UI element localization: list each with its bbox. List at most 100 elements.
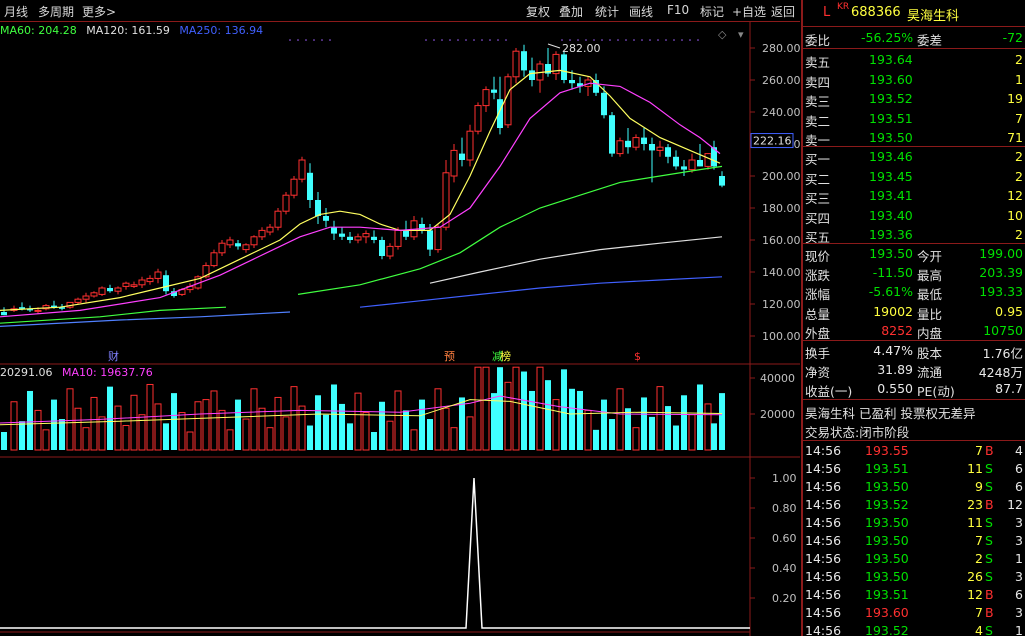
bid-label: 买一	[805, 152, 831, 167]
quote-panel: L KR 688366 昊海生科 委比 -56.25% 委差 -72 卖五 193…	[801, 0, 1025, 636]
ask-price: 193.60	[869, 71, 913, 87]
candle-body	[122, 282, 130, 287]
quote-row: 涨跌 -11.50 最高 203.39	[803, 264, 1025, 283]
volume-bar	[609, 419, 615, 450]
tick-time: 14:56	[805, 605, 842, 620]
ask-label: 卖五	[805, 55, 831, 70]
tick-row: 14:56 193.55 7 B 4	[803, 442, 1025, 461]
volume-bar	[584, 409, 592, 451]
quote-label: 最低	[917, 287, 943, 303]
signal-dot	[601, 39, 603, 41]
volume-bar	[59, 419, 65, 450]
volume-bar	[552, 399, 560, 451]
volume-bar	[711, 423, 717, 450]
candle-body	[656, 146, 664, 151]
candle-body	[569, 80, 575, 84]
candle-body	[163, 275, 169, 292]
volume-bar	[466, 416, 474, 451]
signal-dot	[657, 39, 659, 41]
bid-row[interactable]: 买四 193.40 10	[803, 207, 1025, 226]
quote-value: 10750	[983, 322, 1023, 338]
quote-value: 0.95	[995, 303, 1023, 319]
candle-body	[704, 153, 712, 167]
ask-row[interactable]: 卖二 193.51 7	[803, 110, 1025, 129]
tick-side: S	[985, 515, 993, 530]
signal-dot	[681, 39, 683, 41]
signal-dot	[697, 39, 699, 41]
ask-row[interactable]: 卖五 193.64 2	[803, 51, 1025, 70]
candle-body	[235, 243, 241, 247]
candle-body	[307, 172, 313, 200]
tick-time: 14:56	[805, 461, 842, 476]
candle-body	[427, 230, 433, 250]
bid-volume: 12	[1007, 188, 1023, 203]
price-axis-label: 140.00	[762, 266, 800, 279]
tick-price: 193.60	[865, 605, 909, 620]
volume-bar	[410, 429, 418, 451]
high-price-label: 282.00	[562, 42, 601, 55]
ask-volume: 2	[1015, 52, 1023, 67]
ask-price: 193.64	[869, 52, 913, 67]
tick-row: 14:56 193.52 23 B 12	[803, 496, 1025, 515]
bid-row[interactable]: 买三 193.41 12	[803, 187, 1025, 206]
tick-row: 14:56 193.50 26 S 3	[803, 568, 1025, 587]
volume-bar	[315, 395, 321, 450]
ask-volume: 19	[1007, 91, 1023, 106]
volume-bar	[154, 403, 162, 451]
candle-body	[512, 50, 520, 78]
candle-body	[130, 284, 138, 287]
candle-body	[298, 159, 306, 180]
signal-dot	[617, 39, 619, 41]
bid-row[interactable]: 买二 193.45 2	[803, 168, 1025, 187]
volume-bar	[656, 386, 664, 451]
volume-bar	[593, 429, 599, 450]
volume-bar	[202, 399, 210, 451]
ask-price: 193.52	[869, 91, 913, 106]
candle-body	[323, 216, 329, 221]
tick-count: 6	[1015, 587, 1023, 602]
fund-value: 31.89	[877, 362, 913, 378]
quote-value: 193.33	[979, 284, 1023, 300]
tick-time: 14:56	[805, 569, 842, 584]
tick-price: 193.51	[865, 461, 909, 476]
stock-header: L KR 688366 昊海生科	[803, 2, 1025, 24]
indicator-line	[0, 477, 750, 629]
signal-dot	[649, 39, 651, 41]
volume-bar	[194, 401, 202, 451]
quote-label: 涨跌	[805, 268, 831, 284]
ratio-value: -56.25%	[861, 30, 914, 45]
quote-row: 现价 193.50 今开 199.00	[803, 245, 1025, 264]
bid-row[interactable]: 买一 193.46 2	[803, 148, 1025, 167]
ask-row[interactable]: 卖三 193.52 19	[803, 90, 1025, 109]
quote-label: 总量	[805, 306, 831, 322]
volume-bar	[704, 403, 712, 451]
volume-bar	[688, 414, 696, 451]
candle-body	[649, 144, 655, 151]
volume-bar	[323, 414, 329, 450]
candle-body	[616, 140, 624, 155]
volume-bar	[371, 432, 377, 450]
volume-bar	[171, 393, 177, 450]
current-price-tag-text: 222.16	[753, 135, 792, 148]
candle-body	[386, 245, 394, 257]
volume-bar	[632, 427, 640, 451]
volume-bar	[719, 393, 725, 450]
quote-value: 8252	[881, 322, 913, 338]
ratio-label: 委比	[805, 33, 831, 48]
tick-volume: 26	[967, 569, 983, 584]
volume-bar	[697, 384, 703, 450]
kline-chart-panel[interactable]: 月线 多周期 更多> 复权 叠加 统计 画线 F10 标记 +自选 返回 MA6…	[0, 0, 800, 636]
fund-value: 0.550	[877, 381, 913, 397]
ma60-line	[297, 165, 723, 295]
ask-row[interactable]: 卖四 193.60 1	[803, 71, 1025, 90]
diff-label: 委差	[917, 33, 943, 48]
candle-body	[226, 239, 234, 246]
quote-value: 199.00	[979, 246, 1023, 261]
signal-dot	[433, 39, 435, 41]
fund-label: 净资	[805, 365, 831, 381]
indicator-axis-label: 0.60	[772, 532, 797, 545]
price-axis-label: 200.00	[762, 170, 800, 183]
tick-price: 193.50	[865, 569, 909, 584]
price-chart-svg[interactable]: 280.00260.00240.00220.00200.00180.00160.…	[0, 0, 800, 636]
ma5-line	[0, 69, 721, 311]
